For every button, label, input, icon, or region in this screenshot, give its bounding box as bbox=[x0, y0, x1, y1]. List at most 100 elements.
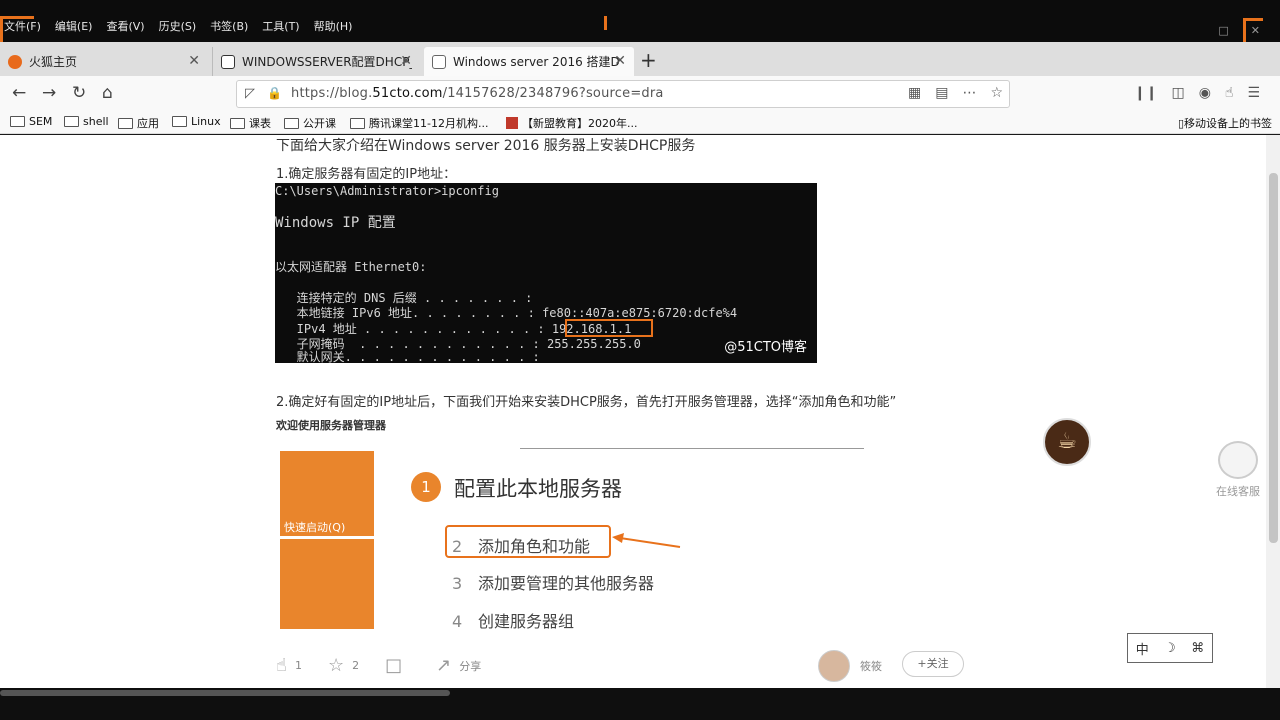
library-icon[interactable]: ❙❙ bbox=[1134, 85, 1157, 101]
arrow-icon bbox=[612, 533, 681, 548]
favorite-button[interactable]: ☆ 2 bbox=[328, 655, 359, 676]
scrollbar[interactable] bbox=[1266, 135, 1280, 688]
bookmarks-bar: SEM shell 应用 Linux 课表 公开课 腾讯课堂11-12月机构..… bbox=[0, 112, 1280, 134]
moon-icon[interactable]: ☽ bbox=[1164, 641, 1176, 656]
nav-toolbar: ← → ↻ ⌂ ◸ 🔒 https://blog.51cto.com/14157… bbox=[0, 76, 1280, 112]
menu-edit[interactable]: 编辑(E) bbox=[55, 18, 93, 34]
lock-icon[interactable]: 🔒 bbox=[267, 86, 282, 100]
tab-label: WINDOWSSERVER配置DHCP_自 bbox=[242, 55, 412, 69]
url-bar[interactable]: ◸ 🔒 https://blog.51cto.com/14157628/2348… bbox=[236, 80, 1010, 108]
taskbar bbox=[0, 688, 1280, 720]
close-tab-icon[interactable]: ✕ bbox=[614, 53, 626, 69]
forward-icon[interactable]: → bbox=[42, 83, 56, 103]
menu-bookmarks[interactable]: 书签(B) bbox=[210, 18, 248, 34]
bookmark-tencent-class[interactable]: 腾讯课堂11-12月机构... bbox=[350, 115, 488, 131]
mascot-icon bbox=[1218, 441, 1258, 479]
new-tab-button[interactable]: + bbox=[640, 48, 657, 72]
home-icon[interactable]: ⌂ bbox=[102, 83, 113, 103]
ip-highlight-box bbox=[565, 319, 653, 337]
bookmark-mobile[interactable]: ▯移动设备上的书签 bbox=[1178, 115, 1272, 131]
taskbar-active-window[interactable] bbox=[0, 690, 450, 696]
bookmark-linux[interactable]: Linux bbox=[172, 115, 221, 128]
cmd-line: 本地链接 IPv6 地址. . . . . . . . : fe80::407a… bbox=[275, 306, 738, 320]
menu-help[interactable]: 帮助(H) bbox=[314, 18, 353, 34]
back-icon[interactable]: ← bbox=[12, 83, 26, 103]
reader-view-icon[interactable]: ▤ bbox=[935, 85, 948, 101]
coffee-reward-icon[interactable]: ☕ bbox=[1043, 418, 1091, 466]
ipconfig-screenshot: C:\Users\Administrator>ipconfig Windows … bbox=[275, 183, 817, 363]
ime-chinese-mode[interactable]: 中 bbox=[1136, 639, 1149, 658]
folder-icon bbox=[350, 117, 365, 129]
scrollbar-thumb[interactable] bbox=[1269, 173, 1278, 543]
bookmark-apps[interactable]: 应用 bbox=[118, 115, 159, 131]
bookmark-shell[interactable]: shell bbox=[64, 115, 109, 128]
tab-bar: 火狐主页 ✕ WINDOWSSERVER配置DHCP_自 ✕ Windows s… bbox=[0, 42, 1280, 76]
tab-label: Windows server 2016 搭建D bbox=[453, 55, 620, 69]
star-bookmark-icon[interactable]: ☆ bbox=[990, 85, 1003, 101]
share-button[interactable]: ↗ 分享 bbox=[436, 655, 481, 676]
avatar[interactable] bbox=[818, 650, 850, 682]
star-icon: ☆ bbox=[327, 655, 345, 676]
menu-hamburger-icon[interactable]: ☰ bbox=[1247, 85, 1260, 101]
tab-active-windows-server[interactable]: Windows server 2016 搭建D ✕ bbox=[424, 47, 634, 76]
recording-mark-center bbox=[604, 16, 612, 30]
online-service-label: 在线客服 bbox=[1216, 485, 1260, 498]
article-intro: 下面给大家介绍在Windows server 2016 服务器上安装DHCP服务 bbox=[276, 138, 696, 154]
firefox-icon bbox=[8, 54, 22, 69]
folder-icon bbox=[230, 117, 245, 129]
cmd-line: 以太网适配器 Ethernet0: bbox=[275, 260, 427, 274]
watermark: @51CTO博客 bbox=[724, 340, 807, 355]
settings-icon[interactable]: ⌘ bbox=[1191, 641, 1204, 656]
more-actions-icon[interactable]: ⋯ bbox=[962, 85, 976, 101]
tab-label: 火狐主页 bbox=[29, 55, 78, 69]
tab-firefox-home[interactable]: 火狐主页 ✕ bbox=[0, 47, 208, 76]
ime-toolbar: 中 ☽ ⌘ bbox=[1127, 633, 1213, 663]
toolbar-right: ❙❙ ◫ ◉ ☝ ☰ bbox=[1134, 85, 1260, 101]
folder-icon bbox=[64, 116, 79, 127]
comment-icon: □ bbox=[385, 655, 403, 676]
online-service[interactable]: 在线客服 bbox=[1216, 441, 1260, 499]
divider bbox=[520, 448, 864, 449]
step-circle: 1 bbox=[411, 472, 441, 502]
qr-code-icon[interactable]: ▦ bbox=[908, 85, 921, 101]
site-favicon-icon bbox=[506, 117, 518, 129]
close-tab-icon[interactable]: ✕ bbox=[400, 53, 412, 69]
folder-icon bbox=[172, 116, 187, 127]
like-button[interactable]: ☝ 1 bbox=[276, 655, 302, 676]
restore-icon[interactable]: □ bbox=[1218, 24, 1228, 37]
create-server-group: 4 创建服务器组 bbox=[452, 612, 575, 631]
bookmark-sem[interactable]: SEM bbox=[10, 115, 52, 128]
article-actions: ☝ 1 ☆ 2 □ ↗ 分享 bbox=[276, 655, 507, 676]
account-icon[interactable]: ◉ bbox=[1199, 85, 1211, 101]
bookmark-xinmeng[interactable]: 【新盟教育】2020年... bbox=[506, 115, 637, 131]
tab-dhcp-config[interactable]: WINDOWSSERVER配置DHCP_自 ✕ bbox=[212, 47, 420, 76]
sidebar-icon[interactable]: ◫ bbox=[1171, 85, 1184, 101]
server-manager-screenshot: 快速启动(Q) 1 配置此本地服务器 2 添加角色和功能 3 添加要管理的其他服务器… bbox=[280, 451, 870, 631]
menu-tools[interactable]: 工具(T) bbox=[262, 18, 299, 34]
bookmark-open-class[interactable]: 公开课 bbox=[284, 115, 336, 131]
share-icon: ↗ bbox=[436, 655, 452, 676]
menu-view[interactable]: 查看(V) bbox=[106, 18, 144, 34]
url-actions: ▦ ▤ ⋯ ☆ bbox=[908, 85, 1003, 101]
add-other-servers: 3 添加要管理的其他服务器 bbox=[452, 574, 655, 593]
bookmark-schedule[interactable]: 课表 bbox=[230, 115, 271, 131]
menu-history[interactable]: 历史(S) bbox=[159, 18, 197, 34]
close-tab-icon[interactable]: ✕ bbox=[188, 53, 200, 69]
quick-start-label: 快速启动(Q) bbox=[284, 521, 346, 534]
article-step-1: 1.确定服务器有固定的IP地址： bbox=[276, 167, 457, 182]
window-controls: □ ✕ bbox=[1218, 24, 1260, 37]
reload-icon[interactable]: ↻ bbox=[72, 83, 86, 103]
gesture-icon[interactable]: ☝ bbox=[1225, 85, 1234, 101]
menu-bar: 文件(F) 编辑(E) 查看(V) 历史(S) 书签(B) 工具(T) 帮助(H… bbox=[0, 0, 1280, 44]
shield-icon[interactable]: ◸ bbox=[245, 86, 255, 101]
folder-icon bbox=[10, 116, 25, 127]
whats-new-tile bbox=[280, 539, 374, 629]
url-text[interactable]: https://blog.51cto.com/14157628/2348796?… bbox=[291, 86, 664, 101]
follow-button[interactable]: +关注 bbox=[902, 651, 964, 677]
comment-button[interactable]: □ bbox=[385, 655, 410, 676]
site-favicon-icon bbox=[221, 54, 235, 69]
recording-corner-left bbox=[0, 16, 34, 42]
close-window-icon[interactable]: ✕ bbox=[1251, 24, 1260, 37]
configure-local-server: 配置此本地服务器 bbox=[454, 477, 622, 501]
author-name[interactable]: 筱筱 bbox=[860, 658, 882, 674]
